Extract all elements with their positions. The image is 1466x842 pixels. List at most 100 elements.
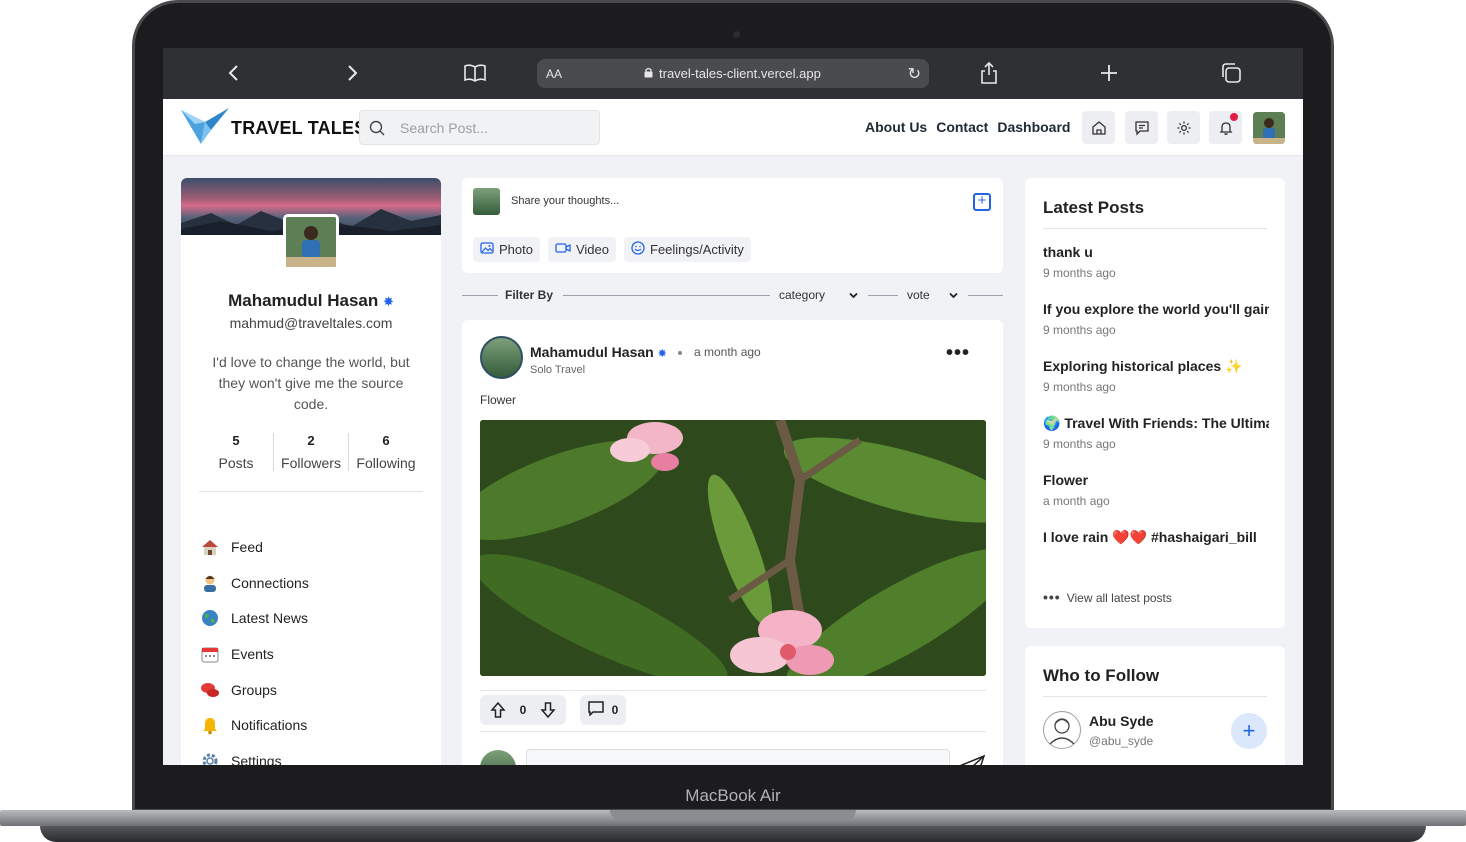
search-input[interactable] <box>400 119 590 137</box>
image-icon <box>480 241 494 258</box>
photo-button[interactable]: Photo <box>473 237 540 262</box>
laptop-base: MacBook Air <box>0 782 1466 842</box>
calendar-icon <box>199 643 221 665</box>
category-select[interactable]: category <box>779 288 825 302</box>
sidebar-item-events[interactable]: Events <box>199 636 309 672</box>
device-brand: MacBook Air <box>685 786 781 805</box>
web-app: TRAVEL TALES About Us Contact Dashboard <box>163 99 1303 765</box>
sidebar-item-groups[interactable]: Groups <box>199 672 309 708</box>
bookmarks-icon[interactable] <box>463 61 487 85</box>
profile-avatar[interactable] <box>283 214 339 270</box>
settings-button[interactable] <box>1167 111 1200 144</box>
logo-text[interactable]: TRAVEL TALES <box>231 118 366 139</box>
downvote-icon[interactable] <box>538 700 558 720</box>
latest-post-item[interactable]: I love rain ❤️❤️ #hashaigari_bill <box>1043 527 1269 548</box>
latest-post-title: If you explore the world you'll gain <box>1043 301 1269 317</box>
opening-notch <box>610 810 856 820</box>
search-icon <box>369 120 385 136</box>
stat-posts[interactable]: 5 Posts <box>199 433 273 471</box>
sidebar-item-label: Connections <box>231 574 309 591</box>
laptop-frame: AA travel-tales-client.vercel.app ↻ TRAV… <box>132 0 1334 812</box>
house-icon <box>199 536 221 558</box>
add-post-icon[interactable]: + <box>973 193 991 211</box>
sidebar-item-label: Settings <box>231 752 282 765</box>
forward-icon[interactable] <box>341 61 365 85</box>
top-navbar: TRAVEL TALES About Us Contact Dashboard <box>163 99 1303 156</box>
post-author-name: Mahamudul Hasan <box>530 344 654 360</box>
nav-contact[interactable]: Contact <box>936 119 988 135</box>
feelings-label: Feelings/Activity <box>650 242 744 257</box>
chevron-down-icon[interactable] <box>849 291 858 300</box>
browser-toolbar: AA travel-tales-client.vercel.app ↻ <box>163 48 1303 99</box>
profile-stats: 5 Posts 2 Followers 6 Following <box>199 433 423 471</box>
profile-card: Mahamudul Hasan ✸ mahmud@traveltales.com… <box>181 178 441 765</box>
stat-following[interactable]: 6 Following <box>348 433 423 471</box>
latest-post-item[interactable]: thank u 9 months ago <box>1043 242 1269 280</box>
latest-post-item[interactable]: Exploring historical places ✨ 9 months a… <box>1043 356 1269 394</box>
latest-post-date: 9 months ago <box>1043 323 1116 337</box>
sidebar-item-connections[interactable]: Connections <box>199 565 309 601</box>
video-button[interactable]: Video <box>547 237 616 262</box>
post-author[interactable]: Mahamudul Hasan ✸ <box>530 344 667 360</box>
reader-button[interactable]: AA <box>546 67 562 81</box>
latest-post-item[interactable]: Flower a month ago <box>1043 470 1269 508</box>
post-image[interactable] <box>480 420 986 676</box>
notifications-button[interactable] <box>1209 111 1242 144</box>
latest-post-date: a month ago <box>1043 494 1110 508</box>
person-icon <box>199 572 221 594</box>
upvote-icon[interactable] <box>488 700 508 720</box>
stat-value: 2 <box>307 433 315 448</box>
camera <box>733 31 740 38</box>
more-dots-icon: ••• <box>1043 589 1061 605</box>
profile-name: Mahamudul Hasan ✸ <box>181 291 441 311</box>
follow-user-avatar[interactable] <box>1043 711 1081 749</box>
home-button[interactable] <box>1082 111 1115 144</box>
comment-input[interactable] <box>526 749 950 765</box>
nav-dashboard[interactable]: Dashboard <box>997 119 1070 135</box>
smile-icon <box>631 241 645 258</box>
sidebar-item-feed[interactable]: Feed <box>199 529 309 565</box>
follow-button[interactable]: + <box>1231 713 1267 749</box>
messages-button[interactable] <box>1125 111 1158 144</box>
nav-about-us[interactable]: About Us <box>865 119 927 135</box>
follow-user-name[interactable]: Abu Syde <box>1089 713 1154 729</box>
latest-post-item[interactable]: If you explore the world you'll gain 9 m… <box>1043 299 1269 337</box>
latest-posts-title: Latest Posts <box>1043 198 1145 217</box>
post-author-avatar[interactable] <box>480 336 523 379</box>
composer-avatar <box>473 188 500 215</box>
gear-icon <box>199 750 221 765</box>
sidebar-item-latest-news[interactable]: Latest News <box>199 600 309 636</box>
divider <box>199 491 423 492</box>
reload-icon[interactable]: ↻ <box>908 64 921 84</box>
composer-input[interactable]: Share your thoughts... <box>511 195 619 207</box>
address-bar[interactable]: AA travel-tales-client.vercel.app ↻ <box>537 59 929 88</box>
chevron-down-icon[interactable] <box>949 291 958 300</box>
globe-icon <box>199 607 221 629</box>
profile-name-text: Mahamudul Hasan <box>228 291 379 310</box>
new-tab-icon[interactable] <box>1097 61 1121 85</box>
back-icon[interactable] <box>221 61 245 85</box>
sidebar-item-label: Notifications <box>231 717 308 734</box>
sidebar-item-settings[interactable]: Settings <box>199 743 309 765</box>
sidebar-item-notifications[interactable]: Notifications <box>199 707 309 743</box>
send-icon[interactable] <box>960 754 986 765</box>
user-avatar[interactable] <box>1253 112 1285 144</box>
latest-post-item[interactable]: 🌍 Travel With Friends: The Ultimate 9 mo… <box>1043 413 1269 451</box>
latest-post-title: Flower <box>1043 472 1089 488</box>
stat-followers[interactable]: 2 Followers <box>273 433 348 471</box>
view-all-link[interactable]: ••• View all latest posts <box>1043 589 1172 605</box>
logo-icon[interactable] <box>181 108 229 146</box>
comments-button[interactable]: 0 <box>580 695 626 725</box>
vote-select[interactable]: vote <box>907 288 930 302</box>
video-label: Video <box>575 242 609 257</box>
latest-post-title: 🌍 Travel With Friends: The Ultimate <box>1043 415 1269 431</box>
follow-user-handle: @abu_syde <box>1089 734 1154 748</box>
latest-post-date: 9 months ago <box>1043 266 1116 280</box>
more-options-icon[interactable]: ••• <box>946 343 970 363</box>
filter-bar: Filter By category vote <box>462 284 1003 308</box>
lock-icon <box>644 67 653 78</box>
share-icon[interactable] <box>977 61 1001 85</box>
feelings-button[interactable]: Feelings/Activity <box>624 237 751 262</box>
latest-post-title: Exploring historical places ✨ <box>1043 358 1243 374</box>
tabs-icon[interactable] <box>1219 61 1243 85</box>
